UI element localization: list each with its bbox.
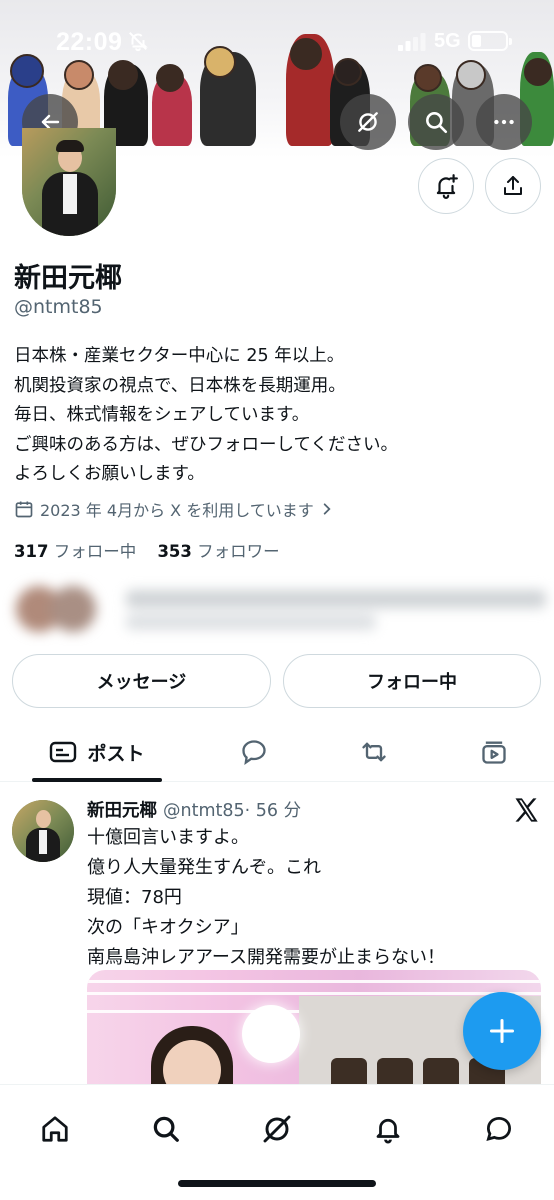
messages-icon — [486, 1116, 512, 1141]
bell-off-icon — [129, 32, 148, 52]
more-horizontal-icon — [494, 119, 514, 125]
tab-replies[interactable] — [224, 722, 284, 782]
followed-by-blurred — [6, 580, 546, 640]
post-line: 南鳥島沖レアアース開発需要が止まらない！ — [87, 947, 446, 968]
post-author-handle[interactable]: @ntmt85 — [163, 801, 245, 821]
post-author-name[interactable]: 新田元椰 — [87, 801, 157, 821]
notifications-subscribe-button[interactable] — [418, 158, 474, 214]
following-count: 317 — [14, 542, 49, 561]
profile-bio: 日本株・産業セクター中心に 25 年以上。 机関投資家の視点で、日本株を長期運用… — [14, 342, 398, 490]
bell-plus-icon — [436, 174, 458, 199]
post-text: 十億回言いますよ。 億り人大量発生すんぞ。これ 現値：78円 次の「キオクシア」… — [87, 823, 445, 973]
follow-stats: 317 フォロー中 353 フォロワー — [14, 538, 280, 562]
message-button[interactable]: メッセージ — [12, 654, 271, 708]
post-author-avatar[interactable] — [12, 800, 74, 862]
share-icon — [504, 176, 522, 195]
bio-line: 日本株・産業セクター中心に 25 年以上。 — [14, 346, 345, 366]
tab-posts-label: ポスト — [87, 742, 145, 765]
joined-date[interactable]: 2023 年 4月から X を利用しています — [14, 497, 334, 521]
network-type: 5G — [434, 30, 461, 52]
profile-avatar[interactable] — [22, 128, 116, 236]
notifications-icon — [376, 1118, 400, 1144]
tab-reposts[interactable] — [344, 722, 404, 782]
replies-icon — [242, 740, 266, 765]
post-line: 現値：78円 — [87, 887, 182, 908]
bio-line: ご興味のある方は、ぜひフォローしてください。 — [14, 434, 398, 455]
share-button[interactable] — [485, 158, 541, 214]
posts-icon — [50, 741, 77, 763]
calendar-icon — [15, 501, 33, 518]
post-line: 次の「キオクシア」 — [87, 917, 249, 938]
chevron-right-icon — [323, 503, 331, 515]
cellular-signal-icon — [398, 33, 426, 51]
post-time: · 56 分 — [244, 801, 302, 821]
bio-line: よろしくお願いします。 — [14, 464, 205, 484]
search-icon — [153, 1116, 179, 1142]
tab-posts[interactable]: ポスト — [32, 722, 162, 782]
media-icon — [482, 741, 506, 764]
search-icon — [426, 112, 448, 134]
status-bar: 22:09 5G — [0, 0, 554, 82]
grok-icon — [263, 1115, 291, 1143]
post-line: 十億回言いますよ。 — [87, 827, 249, 848]
profile-name: 新田元椰 — [14, 263, 122, 294]
compose-post-button[interactable] — [463, 992, 541, 1070]
home-icon — [42, 1116, 68, 1142]
more-button[interactable] — [476, 94, 532, 150]
reposts-icon — [362, 742, 386, 762]
profile-tabs: ポスト — [0, 722, 554, 782]
followers-link[interactable]: 353 フォロワー — [157, 542, 279, 561]
followers-label: フォロワー — [197, 542, 280, 561]
following-button[interactable]: フォロー中 — [283, 654, 541, 708]
battery-icon — [468, 31, 512, 51]
status-time: 22:09 — [56, 28, 123, 56]
following-label: フォロー中 — [53, 542, 137, 561]
nav-search[interactable] — [138, 1101, 194, 1157]
post-header: 新田元椰 @ntmt85· 56 分 — [87, 797, 301, 822]
tab-active-indicator — [32, 778, 162, 782]
grok-button[interactable] — [340, 94, 396, 150]
joined-text: 2023 年 4月から X を利用しています — [40, 501, 314, 520]
nav-notifications[interactable] — [360, 1101, 416, 1157]
bio-line: 毎日、株式情報をシェアしています。 — [14, 405, 310, 425]
x-logo-icon — [515, 798, 538, 822]
grok-icon — [358, 112, 378, 132]
bio-line: 机関投資家の視点で、日本株を長期運用。 — [14, 375, 346, 396]
search-button[interactable] — [408, 94, 464, 150]
profile-handle: @ntmt85 — [14, 296, 103, 318]
nav-home[interactable] — [27, 1101, 83, 1157]
followers-count: 353 — [157, 542, 192, 561]
following-link[interactable]: 317 フォロー中 — [14, 542, 136, 561]
plus-icon — [489, 1018, 515, 1044]
nav-messages[interactable] — [471, 1101, 527, 1157]
home-indicator — [178, 1180, 376, 1187]
post-line: 億り人大量発生すんぞ。これ — [87, 857, 321, 878]
nav-grok[interactable] — [249, 1101, 305, 1157]
tab-media[interactable] — [464, 722, 524, 782]
